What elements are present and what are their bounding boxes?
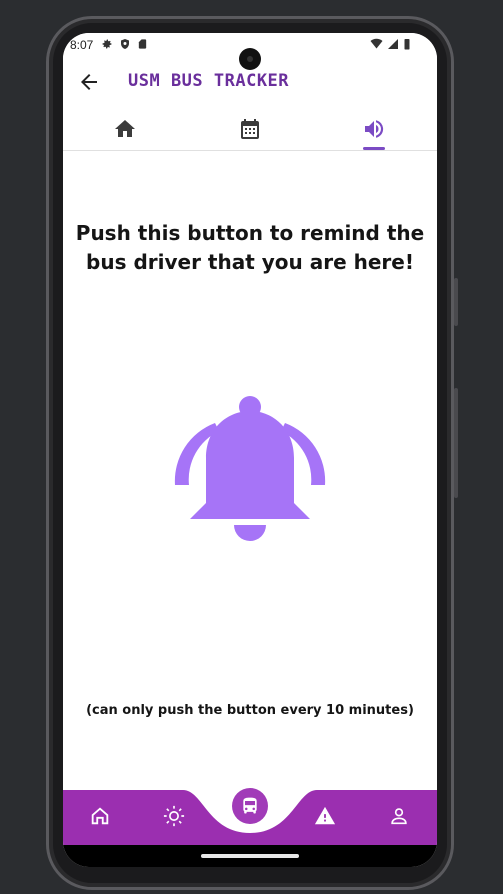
bus-icon [243,797,257,814]
shield-icon [121,39,129,49]
bell-ringing-icon[interactable] [173,393,327,543]
wifi-icon [370,38,383,49]
status-icons-right [370,38,411,50]
top-tab-bar [63,111,437,151]
home-gesture-pill[interactable] [201,854,299,858]
status-time: 8:07 [70,38,94,52]
status-bar: 8:07 [63,33,437,70]
status-icons-left [101,38,148,50]
settings-icon [102,39,112,49]
power-button [454,278,458,326]
nav-home-icon[interactable] [89,805,111,827]
signal-icon [388,39,398,49]
battery-icon [404,39,410,50]
system-navigation-bar [63,845,437,867]
nav-sun-icon[interactable] [163,805,185,827]
app-bar: USM BUS TRACKER [63,63,437,99]
tab-selected-indicator [363,147,385,150]
arrow-back-icon[interactable] [77,70,101,94]
app-screen: 8:07 USM BUS TRACKER Push this button to… [63,33,437,867]
tab-reminder[interactable] [362,117,386,141]
app-title: USM BUS TRACKER [128,71,290,91]
bottom-nav [63,785,437,845]
tab-schedule[interactable] [238,117,262,141]
nav-bus-button[interactable] [232,788,268,824]
nav-person-icon[interactable] [388,805,410,827]
sd-card-icon [138,39,147,49]
reminder-headline: Push this button to remind the bus drive… [75,221,425,274]
volume-button [454,388,458,498]
nav-warning-icon[interactable] [314,805,336,827]
reminder-footnote: (can only push the button every 10 minut… [86,703,414,718]
tab-home[interactable] [113,117,137,141]
